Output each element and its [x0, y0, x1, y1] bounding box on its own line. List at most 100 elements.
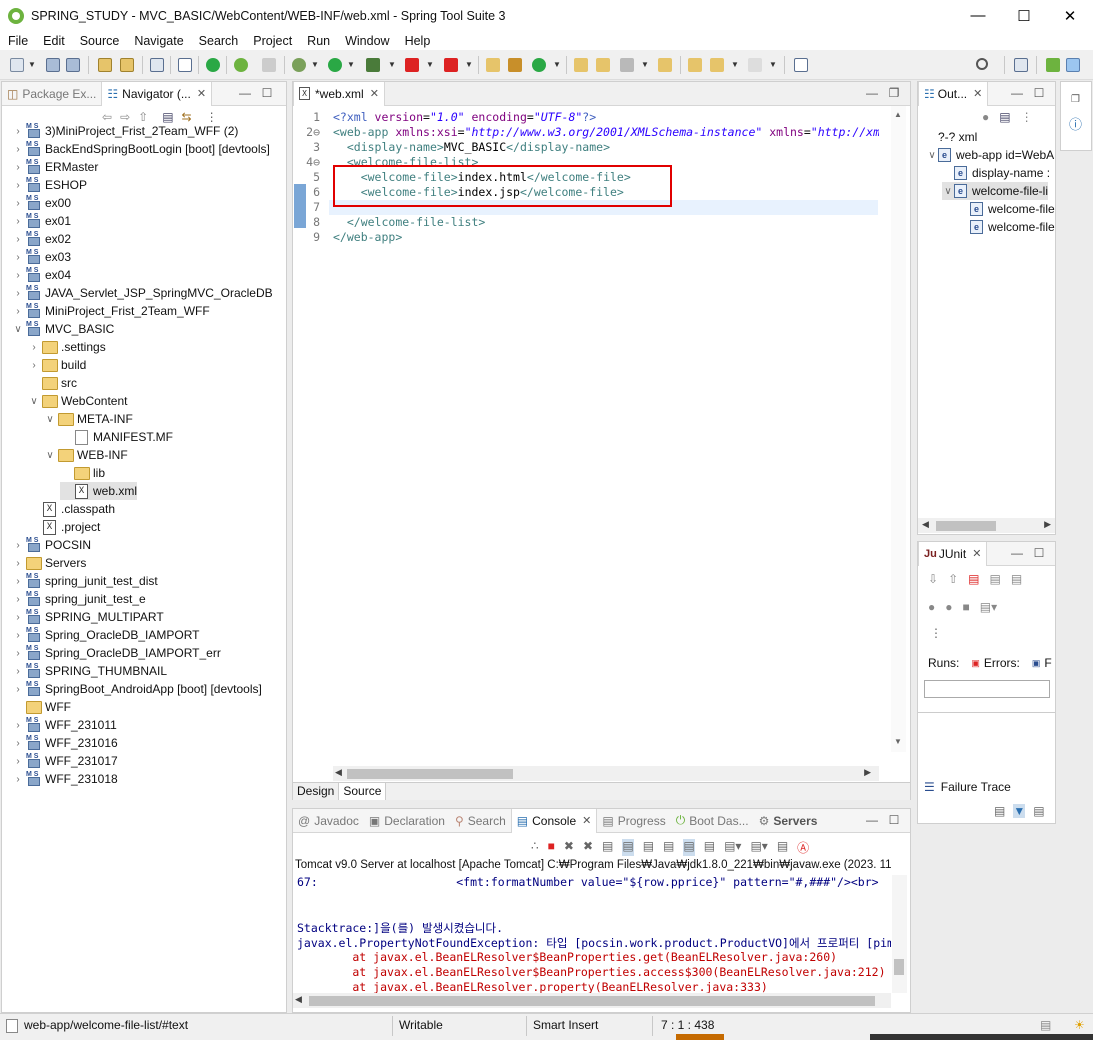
- tip-lightbulb-icon[interactable]: ☀: [1074, 1018, 1085, 1032]
- search-icon[interactable]: [976, 58, 988, 70]
- chevron-right-icon[interactable]: ›: [12, 612, 24, 623]
- code-line[interactable]: <web-app xmlns:xsi="http://www.w3.org/20…: [333, 125, 879, 139]
- tree-item[interactable]: › M S WFF_231018: [12, 770, 118, 788]
- new-icon[interactable]: [10, 58, 24, 72]
- tree-item[interactable]: › .settings: [28, 338, 105, 356]
- outline-item[interactable]: e display-name :: [942, 164, 1050, 182]
- tree-item[interactable]: › M S ERMaster: [12, 158, 98, 176]
- spring-a-icon[interactable]: Ⓐ: [797, 839, 809, 856]
- show-on-error-icon[interactable]: ▤: [683, 839, 695, 856]
- tree-item[interactable]: ∨ META-INF: [44, 410, 132, 428]
- menu-navigate[interactable]: Navigate: [126, 34, 190, 48]
- open-folder-icon[interactable]: [574, 58, 588, 72]
- hide-icon[interactable]: ●: [982, 110, 989, 124]
- tree-item[interactable]: › build: [28, 356, 86, 374]
- close-icon[interactable]: ✕: [973, 87, 982, 100]
- display-console-icon[interactable]: ▤▾: [724, 839, 741, 856]
- filter-stack-icon[interactable]: ▼: [1013, 804, 1026, 818]
- chevron-right-icon[interactable]: ›: [12, 288, 24, 299]
- java-ee-perspective-icon[interactable]: [1066, 58, 1080, 72]
- chevron-right-icon[interactable]: ›: [12, 270, 24, 281]
- rerun-icon[interactable]: ●: [928, 600, 935, 614]
- tab-javadoc[interactable]: @ Javadoc: [293, 809, 364, 833]
- tab-progress[interactable]: ▤ Progress: [597, 809, 670, 833]
- chevron-right-icon[interactable]: ›: [12, 720, 24, 731]
- tree-item[interactable]: MANIFEST.MF: [60, 428, 173, 446]
- last-edit-icon[interactable]: [688, 58, 702, 72]
- start-server-icon[interactable]: [206, 58, 220, 72]
- minimize-editor-button[interactable]: —: [865, 86, 879, 100]
- chevron-right-icon[interactable]: ›: [12, 180, 24, 191]
- close-icon[interactable]: ✕: [972, 547, 981, 560]
- copy-trace-icon[interactable]: ▤: [1033, 804, 1044, 818]
- tree-item[interactable]: › M Sex01: [12, 212, 71, 230]
- chevron-right-icon[interactable]: ›: [12, 684, 24, 695]
- console-output[interactable]: 67: <fmt:formatNumber value="${row.ppric…: [293, 875, 891, 993]
- tab-source[interactable]: Source: [339, 783, 387, 800]
- tree-item[interactable]: › M S WFF_231011: [12, 716, 117, 734]
- tab-navigator[interactable]: ☷ Navigator (... ✕: [101, 81, 213, 106]
- word-wrap-icon[interactable]: ▤: [643, 839, 654, 856]
- menu-edit[interactable]: Edit: [35, 34, 72, 48]
- tree-item[interactable]: › M S Spring_OracleDB_IAMPORT_err: [12, 644, 221, 662]
- code-line[interactable]: <?xml version="1.0" encoding="UTF-8"?>: [333, 110, 596, 124]
- tree-item[interactable]: › M S POCSIN: [12, 536, 91, 554]
- outline-horizontal-scrollbar[interactable]: ◀ ▶: [918, 518, 1055, 533]
- minimize-button[interactable]: —: [955, 0, 1001, 31]
- menu-source[interactable]: Source: [72, 34, 127, 48]
- outline-item[interactable]: e welcome-file: [958, 218, 1055, 236]
- chevron-right-icon[interactable]: ›: [12, 738, 24, 749]
- show-on-output-icon[interactable]: ▤: [663, 839, 674, 856]
- tree-item[interactable]: › M S 3)MiniProject_Frist_2Team_WFF (2): [12, 122, 238, 140]
- tree-item[interactable]: ∨ WebContent: [28, 392, 127, 410]
- outline-item[interactable]: ∨ e web-app id=WebA: [926, 146, 1054, 164]
- close-icon[interactable]: ✕: [197, 87, 206, 100]
- stop-icon[interactable]: [405, 58, 419, 72]
- external-tools-icon[interactable]: [366, 58, 380, 72]
- tree-item[interactable]: › M S JAVA_Servlet_JSP_SpringMVC_OracleDB: [12, 284, 273, 302]
- tree-item[interactable]: › M S MiniProject_Frist_2Team_WFF: [12, 302, 210, 320]
- task-icon[interactable]: [658, 58, 672, 72]
- relaunch-icon[interactable]: [262, 58, 276, 72]
- maximize-junit-button[interactable]: ☐: [1032, 546, 1046, 560]
- show-failures-icon[interactable]: ▤: [968, 572, 979, 586]
- rerun-failed-icon[interactable]: ●: [945, 600, 952, 614]
- scroll-lock-icon[interactable]: ▤: [622, 839, 634, 856]
- close-icon[interactable]: ✕: [370, 87, 379, 100]
- tree-item[interactable]: lib: [60, 464, 105, 482]
- chevron-right-icon[interactable]: ›: [12, 648, 24, 659]
- heap-icon[interactable]: ▤: [1040, 1018, 1051, 1032]
- pin-editor-icon[interactable]: [794, 58, 808, 72]
- tree-item[interactable]: › M S SPRING_MULTIPART: [12, 608, 164, 626]
- maximize-console-button[interactable]: ☐: [887, 813, 901, 827]
- clear-console-icon[interactable]: ▤: [602, 839, 613, 856]
- chevron-right-icon[interactable]: ›: [12, 162, 24, 173]
- spring-boot-icon[interactable]: [234, 58, 248, 72]
- maximize-view-button[interactable]: ☐: [260, 86, 274, 100]
- close-button[interactable]: ✕: [1047, 0, 1093, 31]
- previous-failure-icon[interactable]: ⇧: [948, 572, 958, 586]
- tab-web-xml[interactable]: X *web.xml ✕: [293, 81, 385, 106]
- tab-servers[interactable]: ⚙ Servers: [754, 809, 823, 833]
- pen-icon[interactable]: [620, 58, 634, 72]
- scroll-lock-icon[interactable]: ▤: [989, 572, 1000, 586]
- back-icon[interactable]: [710, 58, 724, 72]
- link-icon[interactable]: ∴: [531, 839, 539, 856]
- build-icon[interactable]: [98, 58, 112, 72]
- tab-declaration[interactable]: ▣ Declaration: [364, 809, 450, 833]
- menu-help[interactable]: Help: [397, 34, 438, 48]
- vertical-scrollbar[interactable]: ▲ ▼: [891, 106, 906, 752]
- properties-icon[interactable]: ▤: [777, 839, 788, 856]
- maximize-outline-button[interactable]: ☐: [1032, 86, 1046, 100]
- tab-outline[interactable]: ☷ Out... ✕: [918, 81, 989, 106]
- new-console-icon[interactable]: ▤▾: [750, 839, 767, 856]
- tab-console[interactable]: ▤ Console ✕: [510, 808, 598, 833]
- tree-item[interactable]: › M Sex02: [12, 230, 71, 248]
- chevron-right-icon[interactable]: ›: [12, 576, 24, 587]
- console-icon[interactable]: [150, 58, 164, 72]
- chevron-right-icon[interactable]: ›: [12, 144, 24, 155]
- chevron-right-icon[interactable]: ›: [12, 216, 24, 227]
- new-java-project-icon[interactable]: [486, 58, 500, 72]
- chevron-right-icon[interactable]: ›: [12, 558, 24, 569]
- tree-item[interactable]: › M S WFF_231017: [12, 752, 118, 770]
